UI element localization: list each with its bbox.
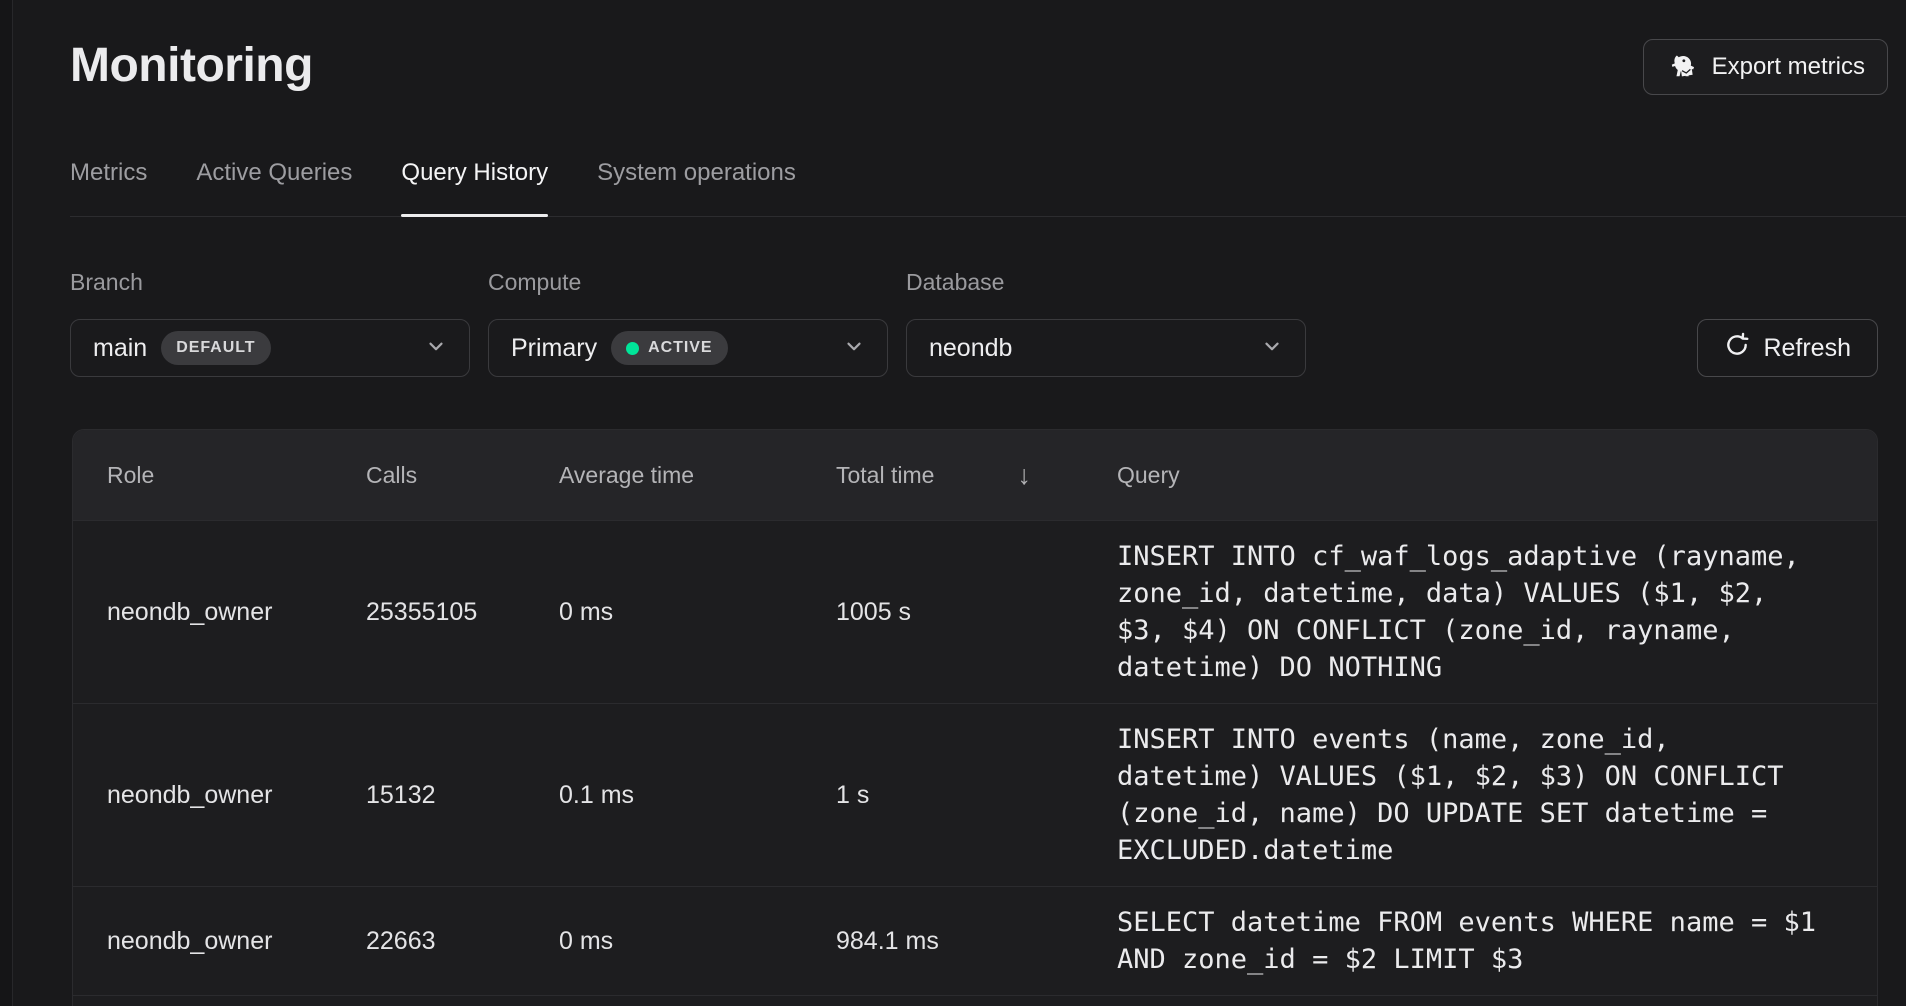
column-header-calls[interactable]: Calls xyxy=(366,462,559,489)
database-filter: Database neondb xyxy=(906,269,1306,377)
sidebar-edge xyxy=(0,0,13,1006)
active-status-badge: ACTIVE xyxy=(611,331,727,365)
total-time-label: Total time xyxy=(836,462,934,489)
compute-value: Primary xyxy=(511,334,597,363)
tab-metrics[interactable]: Metrics xyxy=(70,158,147,216)
cell-role: neondb_owner xyxy=(73,927,366,956)
table-row[interactable]: neondb_owner 15132 0.1 ms 1 s INSERT INT… xyxy=(73,703,1877,886)
cell-query: SELECT datetime FROM events WHERE name =… xyxy=(1117,887,1877,995)
tab-system-operations[interactable]: System operations xyxy=(597,158,796,216)
refresh-icon xyxy=(1724,332,1750,365)
compute-label: Compute xyxy=(488,269,888,296)
cell-average-time: 0 ms xyxy=(559,598,836,627)
export-metrics-label: Export metrics xyxy=(1712,53,1865,81)
column-header-total-time[interactable]: Total time ↓ xyxy=(836,460,1117,491)
chevron-down-icon xyxy=(1261,335,1283,362)
cell-role: neondb_owner xyxy=(73,781,366,810)
cell-average-time: 0.1 ms xyxy=(559,781,836,810)
branch-select[interactable]: main DEFAULT xyxy=(70,319,470,377)
column-header-query[interactable]: Query xyxy=(1117,462,1877,489)
datadog-icon xyxy=(1666,50,1700,84)
export-metrics-button[interactable]: Export metrics xyxy=(1643,39,1888,95)
cell-total-time: 1005 s xyxy=(836,598,1117,627)
cell-query: INSERT INTO cf_waf_logs_adaptive (raynam… xyxy=(1117,521,1877,703)
branch-label: Branch xyxy=(70,269,470,296)
table-row-partial[interactable] xyxy=(73,995,1877,1006)
tab-active-queries[interactable]: Active Queries xyxy=(196,158,352,216)
sort-desc-arrow-icon[interactable]: ↓ xyxy=(1018,460,1032,491)
cell-query: INSERT INTO events (name, zone_id, datet… xyxy=(1117,704,1877,886)
branch-filter: Branch main DEFAULT xyxy=(70,269,470,377)
database-label: Database xyxy=(906,269,1306,296)
column-header-role[interactable]: Role xyxy=(73,462,366,489)
query-history-table: Role Calls Average time Total time ↓ Que… xyxy=(72,429,1878,1006)
compute-filter: Compute Primary ACTIVE xyxy=(488,269,888,377)
active-status-dot-icon xyxy=(626,342,639,355)
cell-role: neondb_owner xyxy=(73,598,366,627)
column-header-average-time[interactable]: Average time xyxy=(559,462,836,489)
refresh-button[interactable]: Refresh xyxy=(1697,319,1878,377)
chevron-down-icon xyxy=(425,335,447,362)
table-header-row: Role Calls Average time Total time ↓ Que… xyxy=(73,430,1877,520)
chevron-down-icon xyxy=(843,335,865,362)
cell-total-time: 984.1 ms xyxy=(836,927,1117,956)
filter-bar: Branch main DEFAULT Compute Primary ACTI… xyxy=(70,269,1878,377)
tab-bar: Metrics Active Queries Query History Sys… xyxy=(70,158,1906,217)
cell-total-time: 1 s xyxy=(836,781,1117,810)
cell-calls: 22663 xyxy=(366,927,559,956)
refresh-label: Refresh xyxy=(1763,334,1851,363)
database-select[interactable]: neondb xyxy=(906,319,1306,377)
database-value: neondb xyxy=(929,334,1012,363)
table-body: neondb_owner 25355105 0 ms 1005 s INSERT… xyxy=(73,520,1877,1006)
table-row[interactable]: neondb_owner 25355105 0 ms 1005 s INSERT… xyxy=(73,520,1877,703)
cell-average-time: 0 ms xyxy=(559,927,836,956)
page-header: Monitoring Export metrics xyxy=(14,0,1906,96)
page-title: Monitoring xyxy=(70,36,313,96)
tab-query-history[interactable]: Query History xyxy=(401,158,548,216)
table-row[interactable]: neondb_owner 22663 0 ms 984.1 ms SELECT … xyxy=(73,886,1877,995)
compute-select[interactable]: Primary ACTIVE xyxy=(488,319,888,377)
cell-calls: 25355105 xyxy=(366,598,559,627)
branch-value: main xyxy=(93,334,147,363)
monitoring-page: Monitoring Export metrics Metrics Active… xyxy=(14,0,1906,1006)
active-status-label: ACTIVE xyxy=(648,339,712,357)
cell-calls: 15132 xyxy=(366,781,559,810)
default-badge: DEFAULT xyxy=(161,331,270,365)
